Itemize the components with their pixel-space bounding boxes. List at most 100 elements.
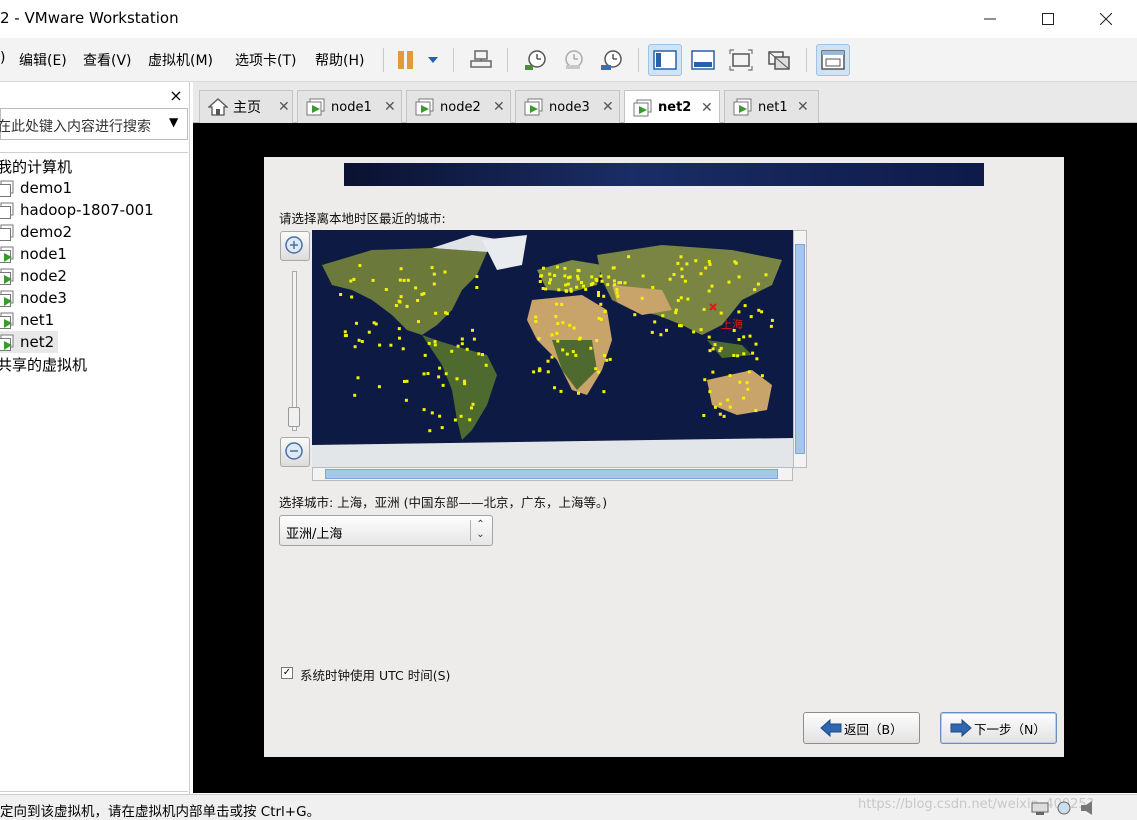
menu-help[interactable]: 帮助(H)	[315, 50, 364, 70]
city-dot[interactable]	[437, 375, 441, 379]
fit-window-button[interactable]	[724, 44, 758, 76]
city-dot[interactable]	[753, 288, 757, 292]
city-dot[interactable]	[641, 274, 645, 278]
city-dot[interactable]	[539, 274, 543, 278]
city-dot[interactable]	[719, 346, 723, 350]
close-window-button[interactable]	[1077, 0, 1135, 38]
city-dot[interactable]	[360, 340, 364, 343]
city-dot[interactable]	[713, 405, 717, 409]
snapshot-manager-button[interactable]	[594, 44, 628, 76]
city-dot[interactable]	[349, 279, 353, 283]
city-dot[interactable]	[754, 342, 758, 346]
back-button[interactable]: 返回（B）	[803, 712, 920, 744]
city-dot[interactable]	[350, 295, 354, 299]
city-dot[interactable]	[471, 328, 474, 332]
city-dot[interactable]	[532, 370, 536, 374]
city-dot[interactable]	[460, 337, 464, 341]
city-dot[interactable]	[738, 380, 742, 384]
city-dot[interactable]	[367, 330, 371, 334]
city-dot[interactable]	[450, 349, 454, 353]
city-dot[interactable]	[538, 367, 542, 371]
city-dot[interactable]	[399, 267, 403, 271]
city-dot[interactable]	[438, 414, 442, 418]
city-dot[interactable]	[683, 279, 687, 283]
city-dot[interactable]	[433, 343, 437, 347]
maximize-button[interactable]	[1019, 0, 1077, 38]
city-dot[interactable]	[603, 354, 606, 357]
tab-net1[interactable]: net1 ✕	[724, 90, 819, 123]
city-dot[interactable]	[555, 265, 559, 269]
city-dot[interactable]	[548, 272, 552, 276]
city-dot[interactable]	[590, 275, 594, 279]
city-dot[interactable]	[406, 278, 410, 282]
city-dot[interactable]	[672, 273, 676, 276]
city-dot[interactable]	[546, 370, 550, 374]
city-dot[interactable]	[549, 278, 552, 282]
city-dot[interactable]	[748, 334, 752, 338]
city-dot[interactable]	[566, 282, 570, 286]
city-dot[interactable]	[440, 426, 444, 430]
city-dot[interactable]	[600, 317, 603, 321]
city-dot[interactable]	[640, 296, 644, 300]
city-dot[interactable]	[595, 339, 599, 343]
city-dot[interactable]	[704, 266, 708, 270]
city-dot[interactable]	[339, 293, 343, 296]
menu-vm[interactable]: 虚拟机(M)	[148, 50, 213, 70]
city-dot[interactable]	[560, 303, 564, 306]
city-dot[interactable]	[707, 260, 711, 263]
city-dot[interactable]	[577, 269, 581, 273]
city-dot[interactable]	[472, 337, 476, 341]
city-dot[interactable]	[708, 349, 712, 353]
city-dot[interactable]	[565, 352, 569, 356]
city-dot[interactable]	[727, 280, 731, 284]
city-dot[interactable]	[561, 321, 565, 325]
city-dot[interactable]	[751, 351, 755, 355]
city-dot[interactable]	[422, 408, 426, 412]
city-dot[interactable]	[475, 286, 479, 289]
city-dot[interactable]	[719, 311, 723, 315]
city-dot[interactable]	[565, 289, 568, 293]
city-dot[interactable]	[453, 418, 457, 422]
city-dot[interactable]	[699, 272, 703, 276]
city-dot[interactable]	[742, 335, 746, 339]
city-dot[interactable]	[707, 289, 711, 293]
city-dot[interactable]	[397, 299, 401, 303]
tree-node-shared-vms[interactable]: 共享的虚拟机	[0, 353, 87, 375]
close-icon[interactable]: ✕	[797, 99, 809, 115]
city-dot[interactable]	[764, 273, 768, 277]
city-dot[interactable]	[465, 347, 469, 351]
city-dot[interactable]	[568, 323, 572, 327]
city-dot[interactable]	[358, 264, 362, 267]
city-dot[interactable]	[537, 337, 541, 341]
city-dot[interactable]	[679, 296, 683, 300]
city-dot[interactable]	[602, 294, 606, 298]
city-dot[interactable]	[633, 313, 637, 317]
city-dot[interactable]	[668, 277, 672, 281]
menu-view[interactable]: 查看(V)	[83, 50, 132, 70]
city-dot[interactable]	[577, 391, 580, 395]
city-dot[interactable]	[414, 286, 418, 290]
map-horizontal-scroll-thumb[interactable]	[325, 469, 778, 479]
city-dot[interactable]	[417, 320, 420, 324]
city-dot[interactable]	[401, 347, 405, 351]
close-icon[interactable]: ✕	[701, 100, 713, 116]
close-icon[interactable]: ✕	[493, 99, 505, 115]
city-dot[interactable]	[470, 406, 473, 410]
unity-button[interactable]	[762, 44, 796, 76]
city-dot[interactable]	[728, 405, 732, 409]
city-dot[interactable]	[742, 396, 746, 400]
city-dot[interactable]	[746, 387, 750, 391]
city-dot[interactable]	[699, 328, 703, 332]
city-dot[interactable]	[713, 343, 717, 347]
fullscreen-strip-button[interactable]	[686, 44, 720, 76]
city-dot[interactable]	[544, 287, 548, 291]
utc-checkbox[interactable]: ✓	[281, 667, 293, 679]
city-dot[interactable]	[728, 374, 732, 378]
city-dot[interactable]	[611, 266, 615, 270]
city-dot[interactable]	[554, 315, 558, 319]
city-dot[interactable]	[680, 275, 684, 279]
city-dot[interactable]	[650, 330, 654, 334]
map-vertical-scroll-thumb[interactable]	[795, 244, 805, 454]
city-dot[interactable]	[749, 315, 753, 319]
city-dot[interactable]	[399, 295, 403, 299]
